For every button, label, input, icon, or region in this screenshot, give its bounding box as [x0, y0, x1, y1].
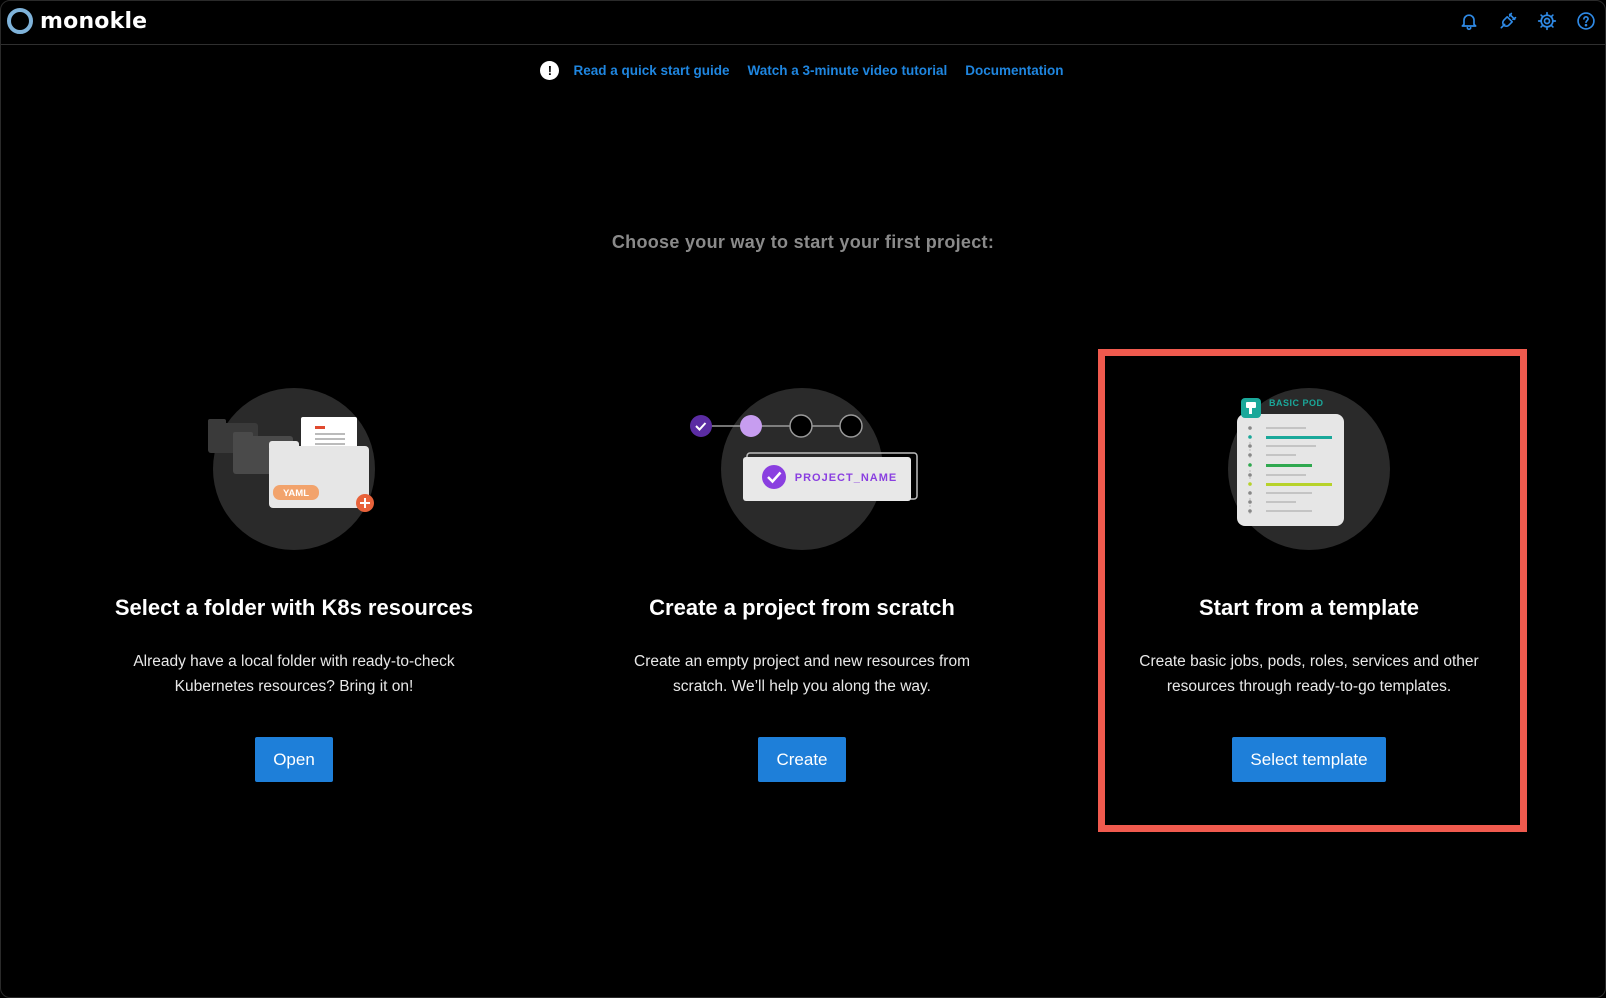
- create-button[interactable]: Create: [758, 737, 846, 782]
- help-links-row: ! Read a quick start guide Watch a 3-min…: [1, 61, 1605, 80]
- card-create-project: PROJECT_NAME Create a project from scrat…: [592, 381, 1012, 801]
- folder-illustration: YAML: [84, 381, 504, 551]
- card-title: Start from a template: [1198, 595, 1420, 620]
- card-template: BASIC POD Start from a template Create b…: [1099, 381, 1519, 801]
- app-window: monokle ! Read a quick start guide Watch…: [0, 0, 1606, 998]
- card-title: Create a project from scratch: [649, 595, 955, 620]
- card-description: Create an empty project and new resource…: [634, 653, 970, 695]
- project-illustration: PROJECT_NAME: [592, 381, 1012, 551]
- top-bar: monokle: [1, 1, 1605, 45]
- card-description: Already have a local folder with ready-t…: [133, 653, 455, 695]
- video-tutorial-link[interactable]: Watch a 3-minute video tutorial: [748, 63, 948, 78]
- info-icon: !: [540, 61, 560, 80]
- template-document-icon: BASIC POD: [1237, 398, 1344, 526]
- card-title: Select a folder with K8s resources: [114, 595, 474, 620]
- yaml-badge: YAML: [283, 488, 309, 499]
- help-circle-icon[interactable]: [1575, 10, 1597, 32]
- header-toolbar: [1458, 10, 1597, 32]
- project-wizard-icon: PROJECT_NAME: [690, 414, 918, 501]
- basic-pod-badge: BASIC POD: [1269, 398, 1324, 408]
- project-name-badge: PROJECT_NAME: [795, 472, 897, 484]
- gear-icon[interactable]: [1536, 10, 1558, 32]
- select-template-button[interactable]: Select template: [1232, 737, 1386, 782]
- documentation-link[interactable]: Documentation: [965, 63, 1063, 78]
- folder-icon: YAML: [208, 417, 374, 512]
- open-button[interactable]: Open: [255, 737, 333, 782]
- plug-icon[interactable]: [1497, 10, 1519, 32]
- app-name: monokle: [40, 8, 148, 34]
- app-logo: monokle: [7, 6, 147, 36]
- card-description: Create basic jobs, pods, roles, services…: [1139, 653, 1479, 695]
- start-prompt: Choose your way to start your first proj…: [611, 232, 995, 252]
- card-select-folder: YAML Select a folder with K8s resources …: [84, 381, 504, 801]
- template-illustration: BASIC POD: [1099, 381, 1519, 551]
- quick-start-link[interactable]: Read a quick start guide: [573, 63, 729, 78]
- monokle-logo-icon: [7, 8, 33, 34]
- bell-icon[interactable]: [1458, 10, 1480, 32]
